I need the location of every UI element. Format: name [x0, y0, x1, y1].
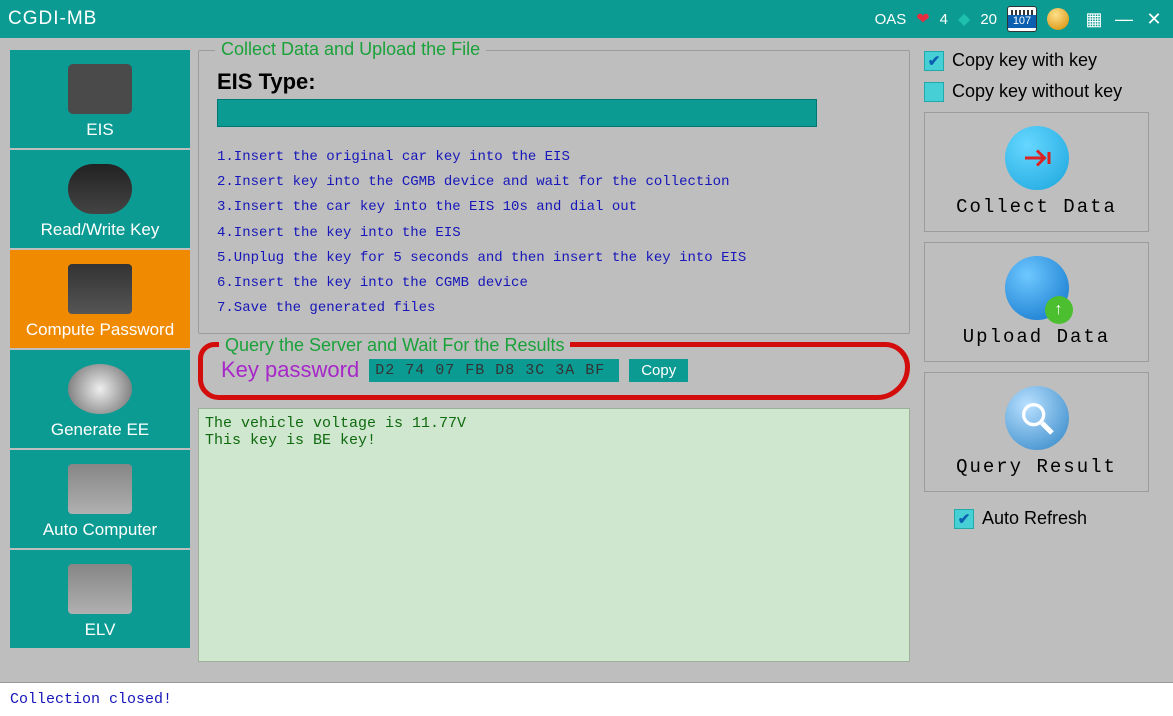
sidebar-item-auto-computer[interactable]: Auto Computer — [10, 450, 190, 548]
magnifier-icon — [1005, 386, 1069, 450]
eis-type-label: EIS Type: — [217, 69, 891, 95]
instruction-line: 7.Save the generated files — [217, 296, 891, 321]
usb-icon — [1005, 126, 1069, 190]
sidebar-item-label: EIS — [86, 120, 113, 140]
sidebar-item-eis[interactable]: EIS — [10, 50, 190, 148]
titlebar-meta: OAS ❤ 4 ◆ 20 107 — [875, 6, 1069, 32]
oas-label: OAS — [875, 11, 907, 28]
heart-count: 4 — [940, 11, 948, 28]
instruction-line: 5.Unplug the key for 5 seconds and then … — [217, 246, 891, 271]
collect-data-button[interactable]: Collect Data — [924, 112, 1149, 232]
sidebar-item-compute-password[interactable]: Compute Password — [10, 250, 190, 348]
key-password-label: Key password — [221, 357, 359, 383]
instruction-line: 3.Insert the car key into the EIS 10s an… — [217, 195, 891, 220]
instruction-line: 1.Insert the original car key into the E… — [217, 145, 891, 170]
calendar-icon: 107 — [1007, 6, 1037, 32]
diamond-icon: ◆ — [958, 9, 970, 29]
instruction-line: 4.Insert the key into the EIS — [217, 221, 891, 246]
query-server-fieldset: Query the Server and Wait For the Result… — [198, 342, 910, 400]
app-title: CGDI-MB — [8, 8, 97, 30]
sidebar: EIS Read/Write Key Compute Password Gene… — [10, 50, 190, 662]
query-result-button[interactable]: Query Result — [924, 372, 1149, 492]
status-bar: Collection closed! — [0, 682, 1173, 716]
sidebar-item-label: ELV — [85, 620, 116, 640]
collect-data-fieldset: Collect Data and Upload the File EIS Typ… — [198, 50, 910, 334]
eis-type-input[interactable] — [217, 99, 817, 127]
key-icon — [68, 164, 132, 214]
upload-data-button[interactable]: ↑ Upload Data — [924, 242, 1149, 362]
auto-refresh-checkbox[interactable]: Auto Refresh — [954, 508, 1087, 529]
auto-refresh-label: Auto Refresh — [982, 508, 1087, 529]
log-output[interactable]: The vehicle voltage is 11.77V This key i… — [198, 408, 910, 662]
ecu-icon — [68, 464, 132, 514]
query-legend: Query the Server and Wait For the Result… — [219, 335, 570, 356]
titlebar: CGDI-MB OAS ❤ 4 ◆ 20 107 ▦ — ✕ — [0, 0, 1173, 38]
medal-icon — [1047, 8, 1069, 30]
key-password-value[interactable]: D2 74 07 FB D8 3C 3A BF — [369, 359, 619, 382]
checkbox-icon — [954, 509, 974, 529]
heart-icon: ❤ — [916, 9, 929, 29]
printer-icon — [68, 364, 132, 414]
instructions-list: 1.Insert the original car key into the E… — [217, 145, 891, 321]
sidebar-item-label: Generate EE — [51, 420, 149, 440]
copy-with-label: Copy key with key — [952, 50, 1097, 71]
eis-icon — [68, 64, 132, 114]
close-button[interactable]: ✕ — [1143, 9, 1165, 30]
instruction-line: 2.Insert key into the CGMB device and wa… — [217, 170, 891, 195]
right-panel: Copy key with key Copy key without key C… — [918, 50, 1163, 662]
copy-without-key-checkbox[interactable]: Copy key without key — [924, 81, 1122, 102]
sidebar-item-elv[interactable]: ELV — [10, 550, 190, 648]
copy-without-label: Copy key without key — [952, 81, 1122, 102]
sidebar-item-label: Auto Computer — [43, 520, 157, 540]
checkbox-icon — [924, 82, 944, 102]
settings-icon[interactable]: ▦ — [1083, 9, 1105, 30]
copy-with-key-checkbox[interactable]: Copy key with key — [924, 50, 1097, 71]
elv-icon — [68, 564, 132, 614]
checkbox-icon — [924, 51, 944, 71]
chip-icon — [68, 264, 132, 314]
diamond-count: 20 — [980, 11, 997, 28]
collect-data-label: Collect Data — [956, 196, 1117, 218]
status-text: Collection closed! — [10, 691, 172, 708]
sidebar-item-label: Compute Password — [26, 320, 174, 340]
main-panel: Collect Data and Upload the File EIS Typ… — [198, 50, 910, 662]
minimize-button[interactable]: — — [1113, 9, 1135, 30]
globe-upload-icon: ↑ — [1005, 256, 1069, 320]
upload-data-label: Upload Data — [963, 326, 1110, 348]
collect-legend: Collect Data and Upload the File — [215, 39, 486, 60]
sidebar-item-read-write-key[interactable]: Read/Write Key — [10, 150, 190, 248]
sidebar-item-generate-ee[interactable]: Generate EE — [10, 350, 190, 448]
query-result-label: Query Result — [956, 456, 1117, 478]
copy-button[interactable]: Copy — [629, 359, 688, 382]
instruction-line: 6.Insert the key into the CGMB device — [217, 271, 891, 296]
sidebar-item-label: Read/Write Key — [41, 220, 160, 240]
